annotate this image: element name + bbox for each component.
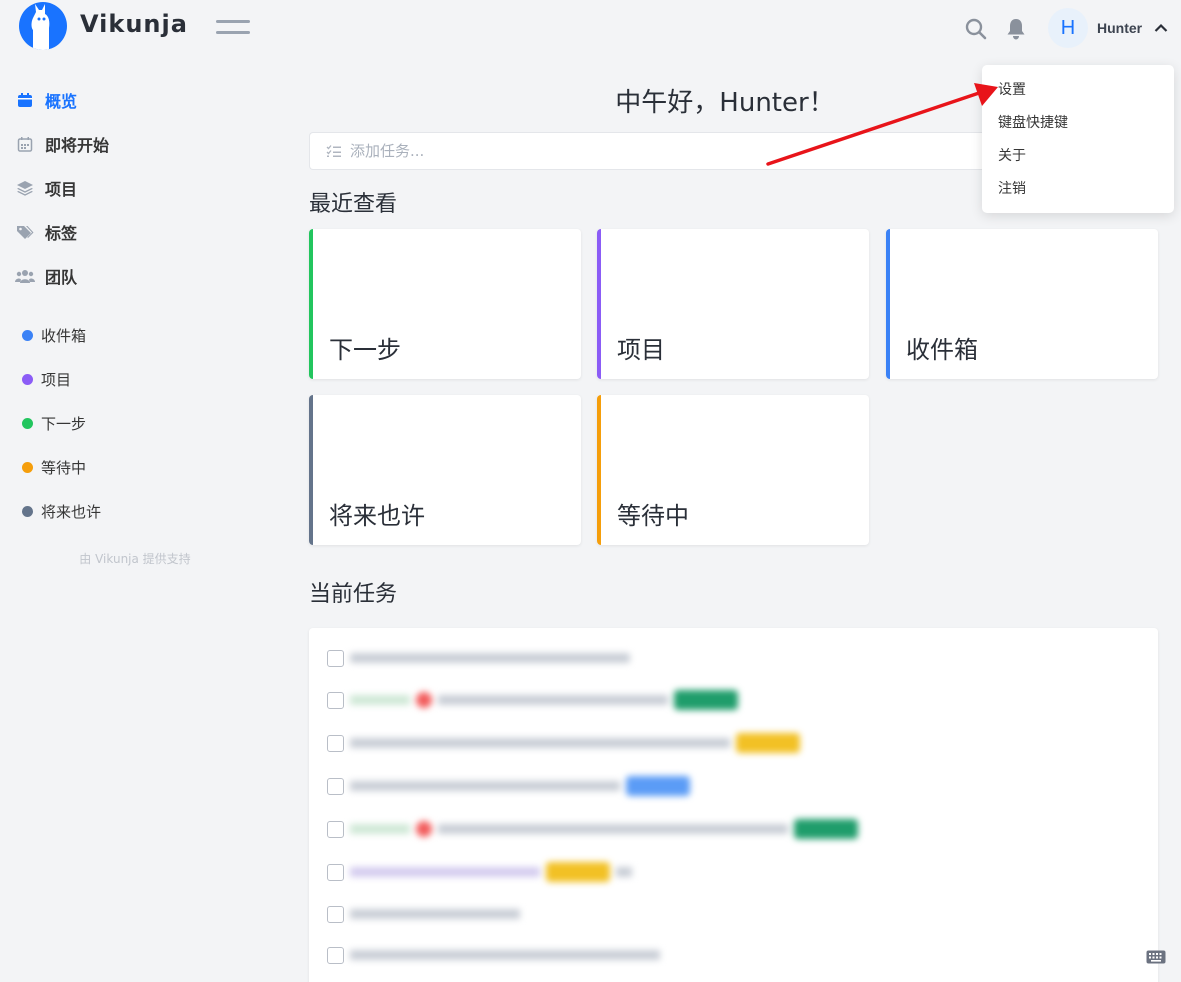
dropdown-item-logout[interactable]: 注销 — [982, 174, 1174, 207]
task-checkbox[interactable] — [327, 905, 344, 923]
task-redacted — [350, 733, 800, 753]
task-redacted — [350, 819, 858, 839]
task-redacted — [350, 909, 520, 919]
sidebar-item-label: 团队 — [45, 268, 78, 287]
sidebar-project-waiting[interactable]: 等待中 — [22, 455, 86, 479]
sidebar-item-label: 概览 — [45, 92, 78, 111]
user-dropdown-menu: 设置 键盘快捷键 关于 注销 — [982, 65, 1174, 213]
sidebar-project-label: 项目 — [41, 370, 72, 389]
sidebar-item-overview[interactable]: 概览 — [15, 88, 77, 112]
task-redacted — [350, 862, 632, 882]
sidebar-item-label: 即将开始 — [45, 136, 110, 155]
sidebar-item-teams[interactable]: 团队 — [15, 264, 77, 288]
project-card-inbox[interactable]: 收件箱 — [886, 229, 1158, 379]
sidebar-item-labels[interactable]: 标签 — [15, 220, 77, 244]
project-card-waiting[interactable]: 等待中 — [597, 395, 869, 545]
sidebar-project-inbox[interactable]: 收件箱 — [22, 323, 86, 347]
user-menu-trigger[interactable]: H Hunter — [1048, 8, 1168, 48]
task-row[interactable] — [327, 647, 1147, 669]
avatar: H — [1048, 8, 1088, 48]
dropdown-item-about[interactable]: 关于 — [982, 141, 1174, 174]
sidebar-project-next[interactable]: 下一步 — [22, 411, 86, 435]
task-row[interactable] — [327, 689, 1147, 711]
project-color-dot — [22, 417, 33, 429]
tasks-panel — [309, 628, 1158, 982]
task-redacted — [350, 950, 660, 960]
tags-icon — [15, 222, 35, 242]
sidebar-project-label: 下一步 — [41, 414, 87, 433]
task-checkbox[interactable] — [327, 734, 344, 752]
dropdown-item-keyboard-shortcuts[interactable]: 键盘快捷键 — [982, 108, 1174, 141]
sidebar-item-projects[interactable]: 项目 — [15, 176, 77, 200]
project-card-projects[interactable]: 项目 — [597, 229, 869, 379]
username: Hunter — [1097, 20, 1143, 36]
brand-name[interactable]: Vikunja — [80, 10, 188, 38]
task-row[interactable] — [327, 732, 1147, 754]
project-card-title: 将来也许 — [329, 502, 425, 530]
llama-logo-icon[interactable] — [19, 2, 67, 50]
recent-section-title: 最近查看 — [309, 192, 398, 217]
project-card-title: 等待中 — [617, 502, 689, 530]
project-color-bar — [886, 229, 890, 379]
task-row[interactable] — [327, 861, 1147, 883]
project-color-dot — [22, 373, 33, 385]
task-row[interactable] — [327, 818, 1147, 840]
sidebar-project-label: 将来也许 — [41, 502, 102, 521]
project-card-next[interactable]: 下一步 — [309, 229, 581, 379]
task-row[interactable] — [327, 903, 1147, 925]
task-row[interactable] — [327, 775, 1147, 797]
menu-toggle-icon[interactable] — [216, 20, 250, 38]
task-checkbox[interactable] — [327, 777, 344, 795]
add-task-field[interactable] — [309, 132, 999, 170]
task-list-icon — [326, 145, 341, 157]
task-checkbox[interactable] — [327, 946, 344, 964]
task-redacted — [350, 653, 630, 663]
project-card-someday[interactable]: 将来也许 — [309, 395, 581, 545]
task-checkbox[interactable] — [327, 863, 344, 881]
chevron-up-icon — [1154, 23, 1168, 32]
search-icon[interactable] — [965, 18, 987, 40]
project-color-dot — [22, 461, 33, 473]
sidebar-item-label: 标签 — [45, 224, 78, 243]
project-color-bar — [309, 395, 313, 545]
sidebar-item-upcoming[interactable]: 即将开始 — [15, 132, 109, 156]
layers-icon — [15, 178, 35, 198]
task-checkbox[interactable] — [327, 691, 344, 709]
calendar-icon — [15, 90, 35, 110]
task-checkbox[interactable] — [327, 820, 344, 838]
project-card-title: 收件箱 — [906, 336, 978, 364]
project-card-title: 项目 — [617, 336, 665, 364]
sidebar-project-someday[interactable]: 将来也许 — [22, 499, 101, 523]
users-icon — [15, 266, 35, 286]
project-card-title: 下一步 — [329, 336, 401, 364]
project-color-dot — [22, 505, 33, 517]
top-header: Vikunja H Hunter — [0, 0, 1181, 58]
dropdown-item-settings[interactable]: 设置 — [982, 75, 1174, 108]
sidebar-project-label: 收件箱 — [41, 326, 87, 345]
calendar-grid-icon — [15, 134, 35, 154]
sidebar-item-label: 项目 — [45, 180, 78, 199]
project-color-dot — [22, 329, 33, 341]
task-redacted — [350, 690, 738, 710]
current-tasks-title: 当前任务 — [309, 582, 398, 607]
keyboard-icon[interactable] — [1146, 950, 1166, 964]
add-task-input[interactable] — [350, 142, 950, 160]
project-color-bar — [309, 229, 313, 379]
task-checkbox[interactable] — [327, 649, 344, 667]
project-color-bar — [597, 229, 601, 379]
project-color-bar — [597, 395, 601, 545]
bell-icon[interactable] — [1006, 18, 1026, 40]
task-redacted — [350, 776, 690, 796]
sidebar-project-label: 等待中 — [41, 458, 87, 477]
powered-by[interactable]: 由 Vikunja 提供支持 — [0, 550, 270, 567]
sidebar-project-projects[interactable]: 项目 — [22, 367, 71, 391]
task-row[interactable] — [327, 944, 1147, 966]
